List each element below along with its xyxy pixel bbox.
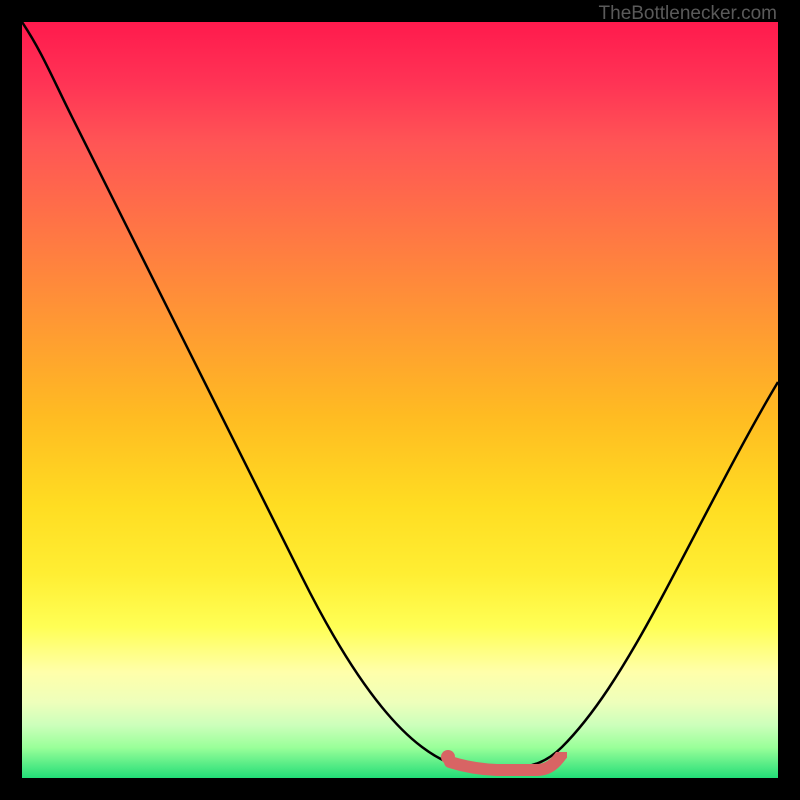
watermark-text: TheBottlenecker.com xyxy=(599,3,777,25)
chart-area xyxy=(22,22,778,778)
bottleneck-curve xyxy=(22,22,778,778)
optimal-zone-band xyxy=(442,752,567,777)
optimal-start-marker xyxy=(441,750,455,764)
